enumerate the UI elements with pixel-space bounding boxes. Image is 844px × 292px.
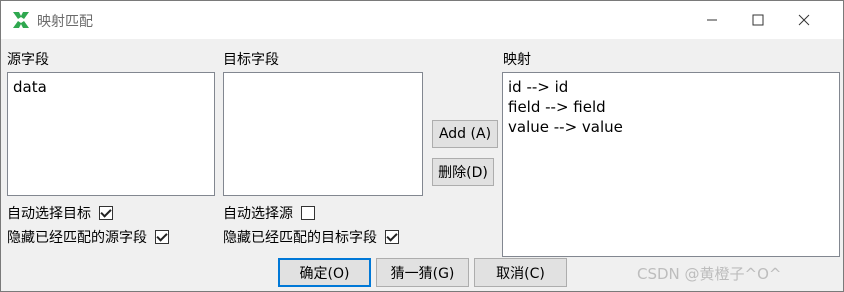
- auto-select-target-label: 自动选择目标: [7, 206, 91, 222]
- list-item[interactable]: value --> value: [508, 117, 834, 137]
- window-title: 映射匹配: [37, 14, 93, 30]
- delete-button[interactable]: 删除(D): [432, 158, 494, 186]
- guess-button[interactable]: 猜一猜(G): [376, 258, 469, 287]
- mapping-label: 映射: [503, 52, 531, 68]
- target-field-label: 目标字段: [223, 52, 279, 68]
- target-field-list[interactable]: [223, 72, 423, 196]
- auto-select-source-option[interactable]: 自动选择源: [223, 203, 315, 223]
- app-icon: [13, 12, 29, 28]
- auto-select-source-label: 自动选择源: [223, 206, 293, 222]
- close-button[interactable]: [781, 1, 827, 39]
- close-icon: [798, 14, 810, 26]
- source-field-list[interactable]: data: [7, 72, 215, 196]
- hide-matched-target-checkbox[interactable]: [385, 230, 399, 244]
- title-bar[interactable]: 映射匹配: [1, 1, 843, 39]
- maximize-icon: [752, 14, 764, 26]
- auto-select-target-option[interactable]: 自动选择目标: [7, 203, 113, 223]
- hide-matched-source-label: 隐藏已经匹配的源字段: [7, 230, 147, 246]
- mapping-list[interactable]: id --> id field --> field value --> value: [502, 72, 840, 257]
- list-item[interactable]: field --> field: [508, 97, 834, 117]
- add-button[interactable]: Add (A): [432, 120, 498, 148]
- maximize-button[interactable]: [735, 1, 781, 39]
- hide-matched-target-label: 隐藏已经匹配的目标字段: [223, 230, 377, 246]
- hide-matched-source-option[interactable]: 隐藏已经匹配的源字段: [7, 227, 169, 247]
- minimize-icon: [707, 19, 717, 21]
- hide-matched-target-option[interactable]: 隐藏已经匹配的目标字段: [223, 227, 399, 247]
- hide-matched-source-checkbox[interactable]: [155, 230, 169, 244]
- auto-select-target-checkbox[interactable]: [99, 206, 113, 220]
- minimize-button[interactable]: [689, 1, 735, 39]
- list-item[interactable]: id --> id: [508, 77, 834, 97]
- mapping-dialog: 映射匹配 源字段 data 自动选择目标 隐藏已经匹配的源字段 目标字段 自动选…: [0, 0, 844, 292]
- auto-select-source-checkbox[interactable]: [301, 206, 315, 220]
- list-item[interactable]: data: [13, 77, 209, 97]
- cancel-button[interactable]: 取消(C): [474, 258, 567, 287]
- ok-button[interactable]: 确定(O): [278, 258, 371, 287]
- watermark: CSDN @黄橙子^O^: [637, 265, 782, 283]
- source-field-label: 源字段: [7, 52, 49, 68]
